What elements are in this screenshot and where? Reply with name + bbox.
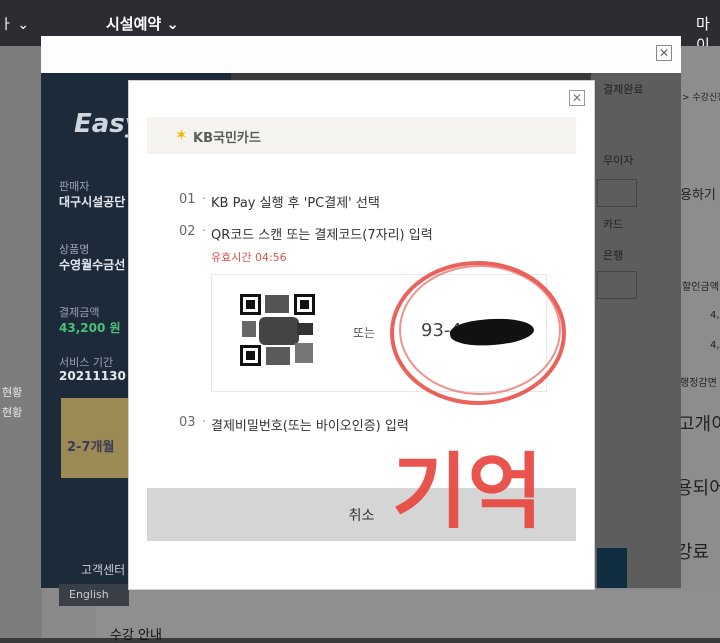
- service-period-value: 20211130: [59, 369, 126, 383]
- service-period-label: 서비스 기간: [59, 356, 114, 369]
- confirm-button[interactable]: [597, 548, 627, 588]
- left-sidebar-dimmed: 현황 현황: [0, 46, 42, 638]
- nav-menu-facility-reservation[interactable]: 시설예약 ⌄: [106, 13, 179, 34]
- page-text: 용되어: [676, 478, 720, 499]
- table-cell: 4,8: [710, 340, 720, 351]
- dialog-close-button[interactable]: ✕: [569, 90, 585, 106]
- step-bullet-icon: ·: [202, 415, 207, 430]
- or-separator-label: 또는: [353, 326, 376, 340]
- brand-header: ✶ KB국민카드: [147, 117, 576, 154]
- option-box[interactable]: [597, 179, 637, 207]
- step-2-text: QR코드 스캔 또는 결제코드(7자리) 입력: [211, 228, 433, 243]
- step-bullet-icon: ·: [202, 192, 207, 207]
- step-1-text: KB Pay 실행 후 'PC결제' 선택: [211, 196, 380, 211]
- page-bottom-section: 수강 안내: [96, 590, 720, 643]
- step-3-text: 결제비밀번호(또는 바이오인증) 입력: [211, 419, 409, 434]
- promo-banner-text: 2-7개월: [67, 440, 115, 455]
- checkout-close-button[interactable]: ✕: [656, 45, 672, 61]
- redaction-scribble: [449, 316, 535, 348]
- amount-value: 43,200 원: [59, 321, 121, 335]
- bank-button[interactable]: 은행: [603, 247, 623, 263]
- kb-star-logo-icon: ✶: [175, 126, 188, 144]
- step-1-number: 01: [179, 192, 196, 207]
- left-sidebar-item[interactable]: 현황: [2, 404, 22, 420]
- nav-menu-left[interactable]: ㅏ ⌄: [0, 14, 29, 34]
- seller-label: 판매자: [59, 180, 90, 193]
- checkout-options-panel: 결제완료 무이자 카드 은행: [591, 73, 681, 588]
- step-2-number: 02: [179, 224, 196, 239]
- page-text: 용하기: [680, 188, 716, 203]
- breadcrumb: > 수강신청: [682, 93, 720, 103]
- step-3-number: 03: [179, 415, 196, 430]
- language-select[interactable]: English: [59, 584, 129, 606]
- card-button[interactable]: 카드: [603, 216, 623, 232]
- table-header: 할인금액: [682, 282, 719, 293]
- step-complete-label: 결제완료: [603, 83, 644, 96]
- seller-value: 대구시설공단: [59, 195, 126, 209]
- promo-banner[interactable]: 2-7개월: [61, 398, 133, 478]
- customer-center-link[interactable]: 고객센터: [81, 561, 125, 578]
- select-box[interactable]: [597, 271, 637, 299]
- qr-code-panel: 또는 93-4: [211, 274, 547, 392]
- kb-pay-dialog: ✕ ✶ KB국민카드 01 · KB Pay 실행 후 'PC결제' 선택 02…: [128, 80, 595, 590]
- course-info-heading: 수강 안내: [110, 628, 162, 643]
- kb-brand-name: KB국민카드: [193, 131, 261, 146]
- table-header: 행정감면: [680, 378, 717, 389]
- table-cell: 4,8: [710, 310, 720, 321]
- checkout-modal-header: ✕: [41, 36, 681, 73]
- left-sidebar-item[interactable]: 현황: [2, 384, 22, 400]
- product-label: 상품명: [59, 243, 90, 256]
- right-content-dimmed: > 수강신청 용하기 할인금액 4,8 4,8 행정감면 고개이 용되어 강료: [676, 46, 720, 638]
- amount-label: 결제금액: [59, 306, 100, 319]
- cancel-button[interactable]: 취소: [147, 488, 576, 541]
- product-value: 수영월수금선: [59, 258, 126, 272]
- page-text: 고개이: [678, 414, 720, 435]
- step-bullet-icon: ·: [202, 224, 207, 239]
- qr-code-image: [239, 293, 317, 368]
- validity-timer: 유효시간 04:56: [211, 251, 287, 264]
- interest-free-option[interactable]: 무이자: [603, 152, 633, 168]
